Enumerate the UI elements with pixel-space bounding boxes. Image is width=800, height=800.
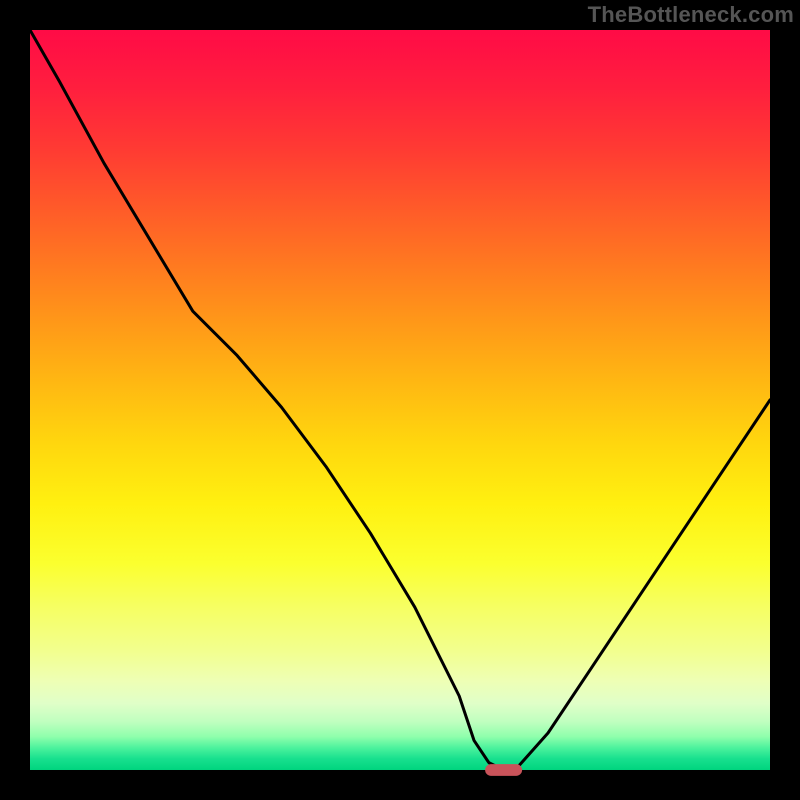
curve-layer — [30, 30, 770, 770]
optimal-marker — [485, 764, 522, 776]
chart-frame: TheBottleneck.com — [0, 0, 800, 800]
bottleneck-curve — [30, 30, 770, 770]
plot-area — [30, 30, 770, 770]
watermark-text: TheBottleneck.com — [588, 2, 794, 28]
